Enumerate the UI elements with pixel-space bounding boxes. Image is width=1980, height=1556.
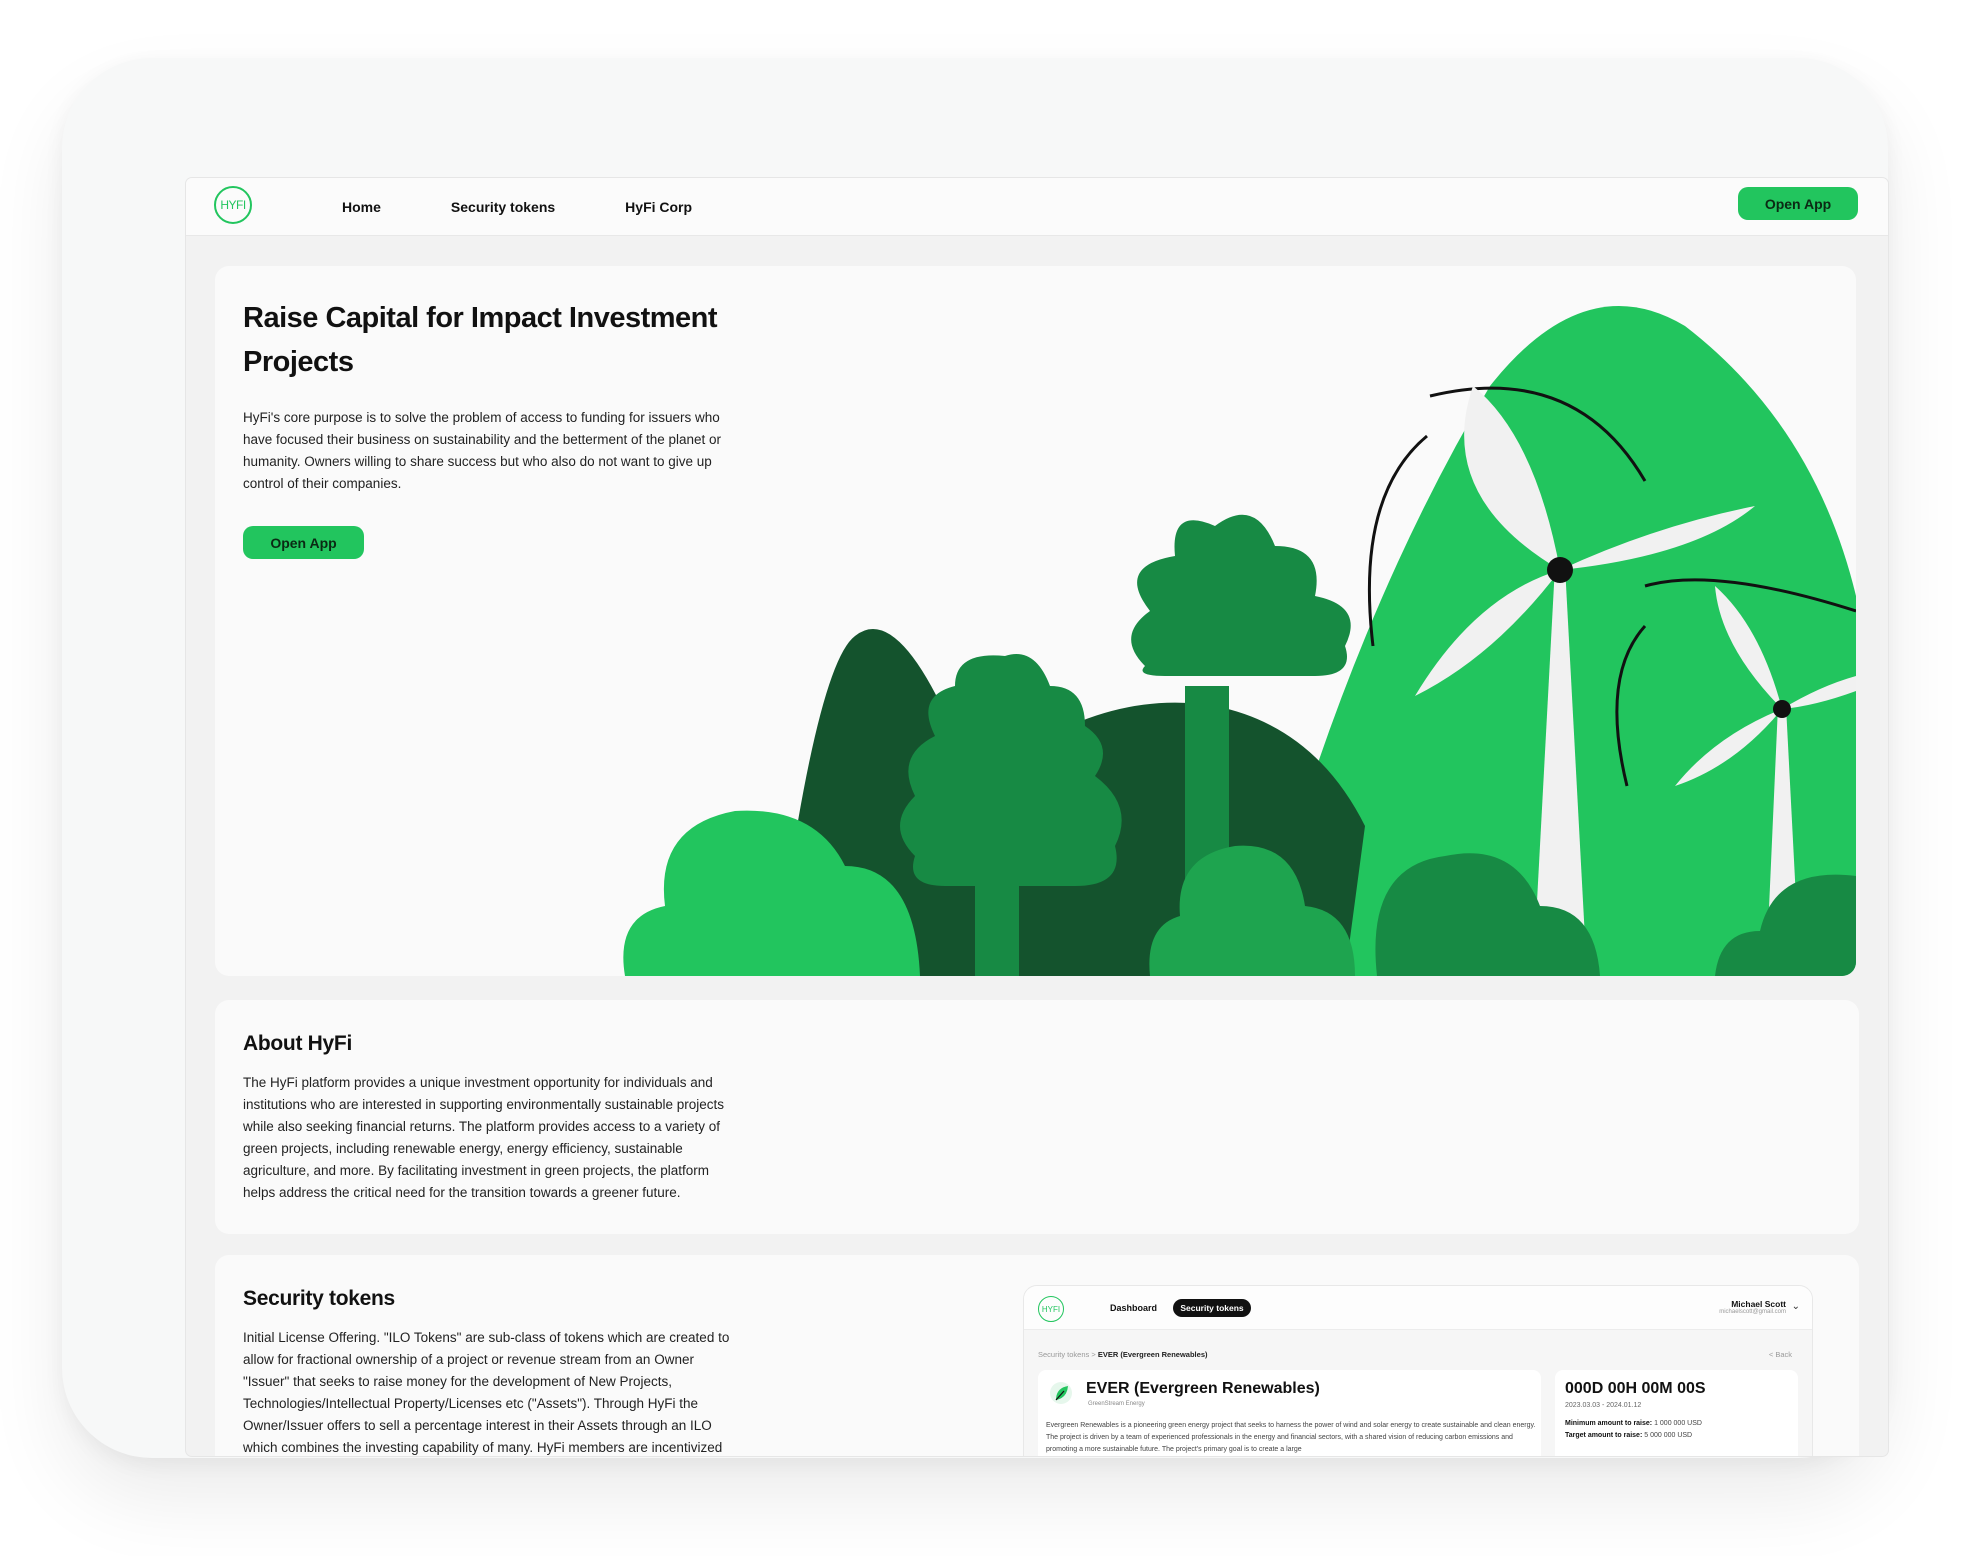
nav-link-security-tokens[interactable]: Security tokens — [451, 199, 555, 215]
nav-link-hyfi-corp[interactable]: HyFi Corp — [625, 199, 692, 215]
preview-navbar: HYFI Dashboard Security tokens Michael S… — [1024, 1286, 1812, 1330]
device-frame: HYFI Home Security tokens HyFi Corp Open… — [62, 58, 1888, 1458]
preview-target-value: 5 000 000 USD — [1644, 1432, 1693, 1439]
preview-logo: HYFI — [1038, 1296, 1064, 1322]
top-navbar: HYFI Home Security tokens HyFi Corp Open… — [186, 178, 1888, 236]
security-tokens-section: Security tokens Initial License Offering… — [215, 1255, 1859, 1456]
preview-user-name: Michael Scott — [1731, 1299, 1786, 1309]
preview-breadcrumb-root: Security tokens — [1038, 1350, 1090, 1359]
hero-description: HyFi's core purpose is to solve the prob… — [243, 410, 722, 491]
preview-countdown-timer: 000D 00H 00M 00S — [1565, 1380, 1706, 1397]
preview-back-link: < Back — [1768, 1350, 1792, 1359]
leaf-icon — [1050, 1382, 1072, 1404]
preview-breadcrumb: Security tokens > EVER (Evergreen Renewa… — [1038, 1350, 1208, 1359]
preview-project-description: Evergreen Renewables is a pioneering gre… — [1046, 1422, 1536, 1453]
preview-nav-security-tokens: Security tokens — [1173, 1299, 1251, 1317]
preview-user-email: michaelscott@gmail.com — [1719, 1309, 1786, 1315]
preview-breadcrumb-separator: > — [1091, 1350, 1096, 1359]
preview-project-panel: EVER (Evergreen Renewables) GreenStream … — [1038, 1370, 1541, 1456]
about-description: The HyFi platform provides a unique inve… — [243, 1075, 725, 1200]
about-title: About HyFi — [243, 1032, 352, 1055]
hero-title: Raise Capital for Impact Investment Proj… — [243, 302, 718, 378]
hero-open-app-button[interactable]: Open App — [243, 526, 364, 559]
security-tokens-title: Security tokens — [243, 1287, 395, 1310]
app-preview-screenshot: HYFI Dashboard Security tokens Michael S… — [1023, 1285, 1813, 1456]
about-section: About HyFi The HyFi platform provides a … — [215, 1000, 1859, 1234]
preview-user: Michael Scott michaelscott@gmail.com — [1719, 1299, 1786, 1315]
app-screen: HYFI Home Security tokens HyFi Corp Open… — [186, 178, 1888, 1456]
preview-date-range: 2023.03.03 - 2024.01.12 — [1565, 1402, 1642, 1409]
hero-section: Raise Capital for Impact Investment Proj… — [215, 266, 1856, 976]
preview-breadcrumb-current: EVER (Evergreen Renewables) — [1097, 1350, 1208, 1359]
preview-countdown-panel: 000D 00H 00M 00S 2023.03.03 - 2024.01.12… — [1555, 1370, 1798, 1456]
hyfi-logo[interactable]: HYFI — [214, 186, 252, 224]
logo-text: HYFI — [220, 198, 246, 212]
preview-min-value: 1 000 000 USD — [1654, 1420, 1702, 1427]
chevron-down-icon: ⌄ — [1791, 1301, 1800, 1312]
security-tokens-description: Initial License Offering. "ILO Tokens" a… — [243, 1330, 730, 1455]
nav-links: Home Security tokens HyFi Corp — [342, 178, 692, 236]
preview-nav-dashboard: Dashboard — [1110, 1303, 1158, 1313]
open-app-button[interactable]: Open App — [1738, 187, 1858, 220]
preview-project-title: EVER (Evergreen Renewables) — [1086, 1380, 1320, 1397]
preview-target-label: Target amount to raise: — [1565, 1432, 1643, 1439]
preview-target-amount: Target amount to raise: 5 000 000 USD — [1565, 1432, 1692, 1439]
nav-link-home[interactable]: Home — [342, 199, 381, 215]
preview-min-label: Minimum amount to raise: — [1565, 1420, 1653, 1427]
preview-min-amount: Minimum amount to raise: 1 000 000 USD — [1565, 1420, 1702, 1427]
preview-project-subtitle: GreenStream Energy — [1088, 1401, 1145, 1407]
